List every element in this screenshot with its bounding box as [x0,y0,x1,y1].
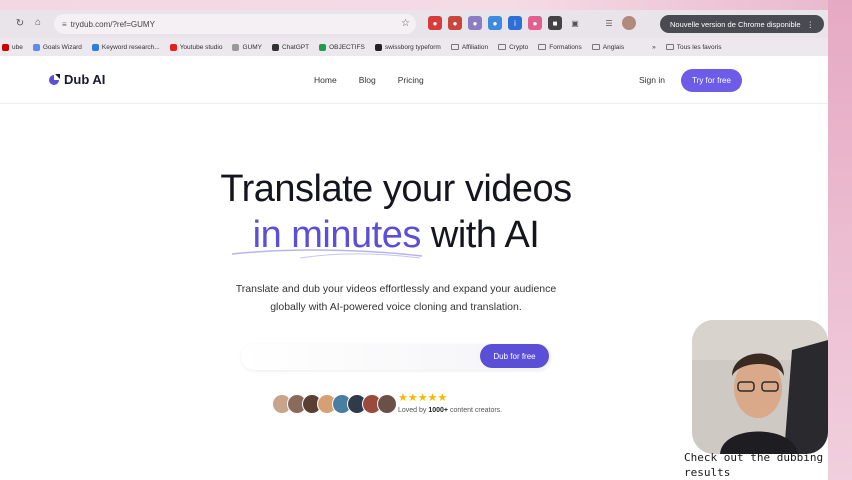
bookmark-item[interactable]: Crypto [498,44,528,51]
bookmark-label: Tous les favoris [676,43,722,51]
favicon-icon [374,43,382,51]
extension-purple-icon[interactable]: ● [468,16,482,30]
bookmark-item[interactable]: ube [2,43,23,51]
hero-title-line1: Translate your videos [220,168,572,210]
chrome-update-label: Nouvelle version de Chrome disponible [670,19,801,29]
site-info-icon[interactable]: ≡ [62,20,67,29]
chrome-update-button[interactable]: Nouvelle version de Chrome disponible ⋮ [660,15,824,33]
bookmark-item[interactable]: OBJECTIFS [319,43,365,51]
bookmark-label: Formations [549,43,582,51]
loved-suffix: content creators. [448,407,503,414]
address-bar[interactable]: ≡ trydub.com/?ref=GUMY ☆ [54,14,416,34]
hero-subtitle: Translate and dub your videos effortless… [0,280,792,316]
favicon-icon [32,43,40,51]
bookmark-item[interactable]: Formations [538,44,582,51]
bookmark-label: Youtube studio [179,43,223,51]
loved-prefix: Loved by [398,407,429,414]
site-header: Dub AI Home Blog Pricing Sign in Try for… [0,56,828,104]
bookmark-label: GUMY [242,43,262,51]
nav-home[interactable]: Home [314,75,337,85]
bookmark-label: Anglais [602,43,625,51]
bookmark-label: Keyword research... [101,43,160,51]
dub-logo-icon [49,73,60,85]
bookmark-label: ube [12,43,23,51]
presenter-video [692,320,828,454]
bookmark-item[interactable]: swissborg typeform [374,43,441,51]
folder-icon [538,44,547,50]
browser-backdrop [828,0,852,480]
extensions-puzzle-icon[interactable]: ▣ [568,16,582,30]
bookmark-item[interactable]: Goals Wizard [32,43,82,51]
media-icon[interactable]: ☰ [602,16,616,30]
nav-blog[interactable]: Blog [359,75,376,85]
extension-info-icon[interactable]: i [508,16,522,30]
reload-icon[interactable]: ↻ [10,18,30,29]
extension-red-icon[interactable]: ● [428,16,442,30]
extension-pink-icon[interactable]: ● [528,16,542,30]
extension-blue-icon[interactable]: ● [488,16,502,30]
bookmark-item[interactable]: Keyword research... [91,43,160,51]
bookmark-item[interactable]: GUMY [232,43,262,51]
main-nav: Home Blog Pricing [314,75,424,85]
favicon-icon [232,43,240,51]
favicon-icon [91,43,99,51]
folder-icon [450,44,459,50]
try-for-free-button[interactable]: Try for free [681,69,742,92]
bookmark-item[interactable]: Tous les favoris [665,43,722,51]
bookmark-item[interactable]: Anglais [591,43,625,51]
bookmark-label: Affiliation [461,43,489,51]
social-proof-text: Loved by 1000+ content creators. [398,407,502,414]
bookmark-label: swissborg typeform [384,43,441,51]
extensions-bar: ● ● ● ● i ● ■ ▣ ☰ [428,16,636,30]
nav-pricing[interactable]: Pricing [398,75,424,85]
hero-subtitle-line1: Translate and dub your videos effortless… [235,283,557,295]
browser-toolbar: ↻ ⌂ ≡ trydub.com/?ref=GUMY ☆ ● ● ● ● i ●… [0,10,828,38]
bookmark-label: OBJECTIFS [329,43,365,51]
favicon-icon [319,43,327,51]
dub-for-free-button[interactable]: Dub for free [480,344,549,368]
bookmarks-overflow-chevron[interactable]: » [652,44,656,51]
url-text: trydub.com/?ref=GUMY [70,19,155,29]
logo-text: Dub AI [64,72,106,87]
avatar [377,394,397,414]
profile-avatar[interactable] [622,16,636,30]
bookmarks-bar: ube Goals Wizard Keyword research... Youtub… [0,38,828,56]
sign-in-link[interactable]: Sign in [639,75,665,85]
hero-title-rest: with AI [420,214,540,256]
favicon-icon [169,43,177,51]
folder-icon [591,44,600,50]
hero-subtitle-line2: globally with AI-powered voice cloning a… [270,301,522,313]
favicon-icon [271,43,279,51]
loved-count: 1000+ [428,407,449,414]
creator-avatars [272,394,397,414]
rating-stars: ★★★★★ [398,392,448,404]
home-icon[interactable]: ⌂ [28,17,48,28]
handwritten-underline-decoration [231,249,423,259]
presenter-webcam [692,320,828,454]
extension-dark-icon[interactable]: ■ [548,16,562,30]
menu-dots-icon[interactable]: ⋮ [807,20,815,29]
folder-icon [498,44,507,50]
overlay-caption: Check out the dubbing results [684,451,824,479]
folder-icon [665,44,674,50]
site-logo[interactable]: Dub AI [48,72,105,87]
bookmark-label: Crypto [509,43,529,51]
bookmark-star-icon[interactable]: ☆ [401,18,410,29]
bookmark-item[interactable]: Affiliation [450,43,489,51]
bookmark-item[interactable]: Youtube studio [169,43,223,51]
bookmark-item[interactable]: ChatGPT [271,43,310,51]
favicon-icon [2,43,9,51]
bookmark-label: ChatGPT [281,43,310,51]
extension-badge-icon[interactable]: ● [448,16,462,30]
bookmark-label: Goals Wizard [42,43,82,51]
